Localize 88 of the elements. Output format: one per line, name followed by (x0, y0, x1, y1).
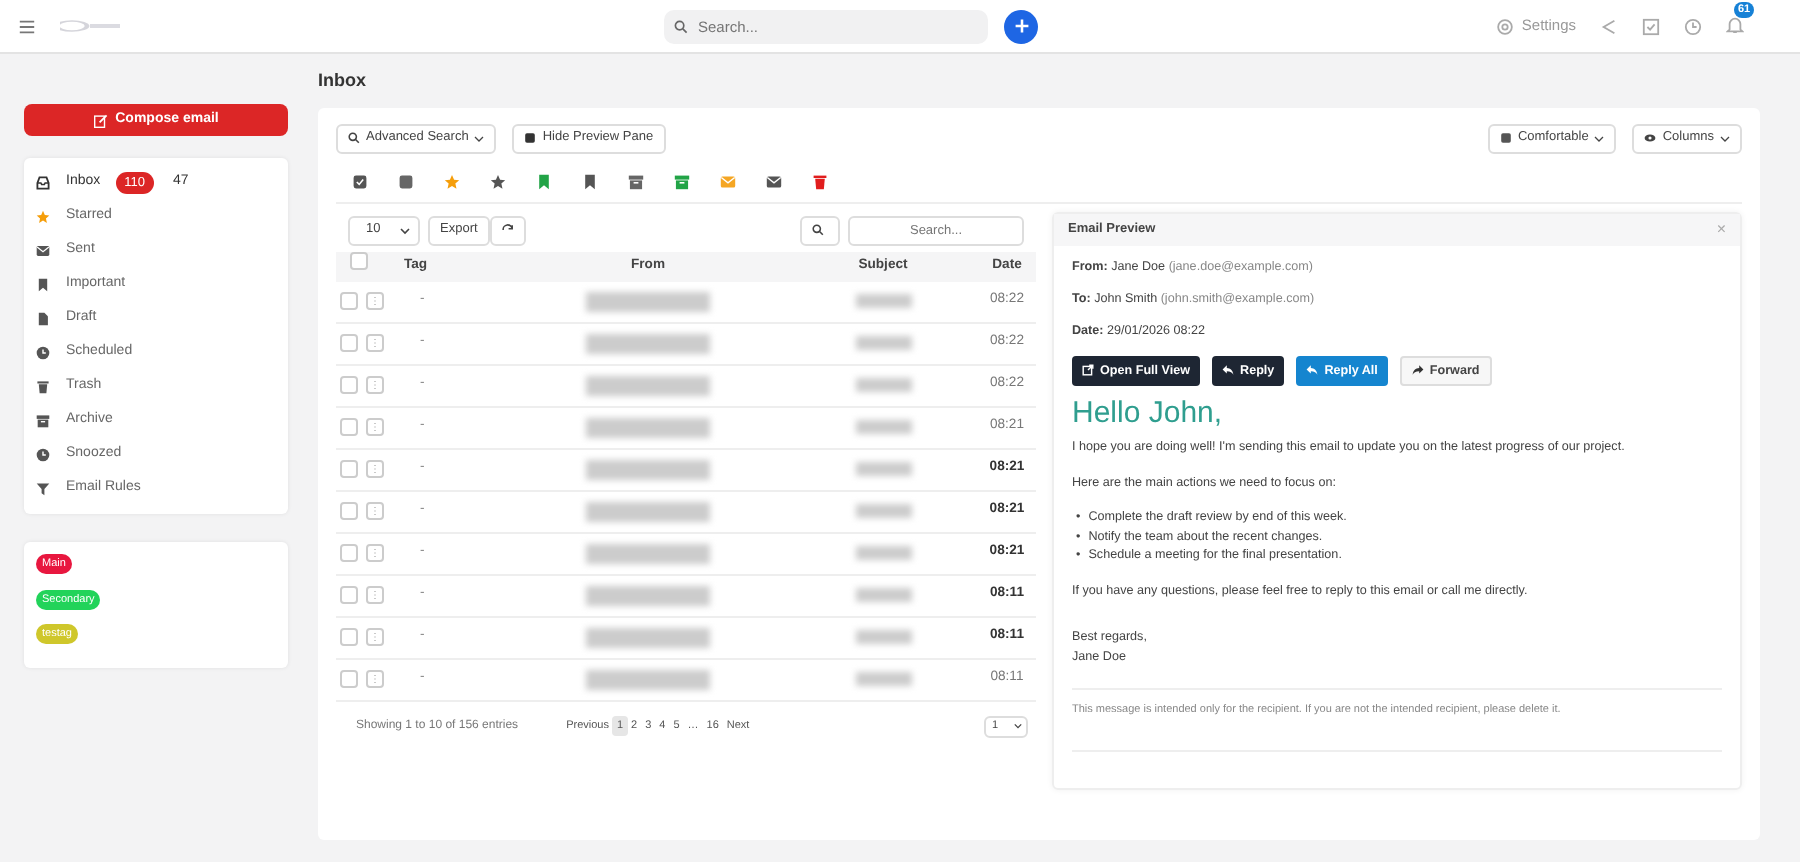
row-checkbox[interactable] (340, 460, 358, 478)
bookmark-icon[interactable] (535, 173, 551, 189)
blurred-text (855, 294, 911, 308)
row-checkbox[interactable] (340, 292, 358, 310)
caret-icon (1594, 133, 1605, 143)
row-menu-button[interactable] (366, 586, 384, 604)
clock-icon[interactable] (1684, 17, 1702, 35)
row-menu-button[interactable] (366, 544, 384, 562)
blurred-text (586, 291, 710, 311)
star-icon[interactable] (443, 173, 459, 189)
eye-icon (1644, 132, 1657, 144)
blurred-text (586, 459, 710, 479)
select-all-checkbox[interactable] (350, 252, 368, 271)
blurred-text (586, 669, 710, 689)
refresh-icon (501, 224, 514, 236)
caret-icon (474, 133, 485, 143)
greeting-heading: Hello John, (1072, 397, 1225, 431)
star-icon (36, 210, 50, 224)
blurred-text (855, 462, 911, 476)
blurred-text (586, 417, 710, 437)
external-link-icon (1082, 364, 1094, 377)
row-menu-button[interactable] (366, 670, 384, 688)
square-icon (524, 132, 537, 144)
row-menu-button[interactable] (366, 292, 384, 310)
row-checkbox[interactable] (340, 334, 358, 352)
blurred-text (586, 585, 710, 605)
row-checkbox[interactable] (340, 376, 358, 394)
archive-icon (36, 414, 50, 428)
row-menu-button[interactable] (366, 334, 384, 352)
refresh-button[interactable] (489, 215, 526, 245)
checkbox-icon[interactable] (351, 173, 367, 189)
caret-icon (1014, 722, 1022, 730)
edit-icon (93, 113, 108, 127)
blurred-text (855, 672, 911, 686)
blurred-text (855, 546, 911, 560)
forward-icon (1411, 364, 1424, 377)
blurred-text (855, 630, 911, 644)
search-icon (812, 224, 824, 236)
inbox-icon (36, 176, 50, 190)
archive-icon[interactable] (673, 173, 689, 189)
row-checkbox[interactable] (340, 544, 358, 562)
blurred-text (855, 420, 911, 434)
blurred-text (586, 543, 710, 563)
clock-icon (36, 346, 50, 360)
blurred-text (586, 333, 710, 353)
search-button[interactable] (800, 215, 840, 245)
trash-icon[interactable] (811, 173, 827, 189)
add-button[interactable] (1004, 9, 1038, 43)
bookmark-icon (36, 278, 50, 292)
square-icon[interactable] (397, 173, 413, 189)
page-title: Inbox (318, 68, 368, 94)
row-checkbox[interactable] (340, 502, 358, 520)
row-checkbox[interactable] (340, 670, 358, 688)
blurred-text (855, 504, 911, 518)
row-menu-button[interactable] (366, 628, 384, 646)
checkbox-icon[interactable] (1642, 17, 1660, 35)
blurred-text (855, 378, 911, 392)
blurred-text (586, 375, 710, 395)
envelope-icon[interactable] (765, 173, 781, 189)
gear-icon (1495, 17, 1514, 35)
row-checkbox[interactable] (340, 418, 358, 436)
row-menu-button[interactable] (366, 502, 384, 520)
square-icon (1499, 132, 1512, 144)
blurred-text (855, 336, 911, 350)
envelope-icon (36, 244, 50, 258)
row-menu-button[interactable] (366, 418, 384, 436)
search-icon (348, 132, 360, 144)
menu-icon[interactable] (18, 17, 36, 35)
bell-icon[interactable] (1726, 15, 1744, 34)
plus-icon (1013, 18, 1029, 34)
blurred-text (586, 627, 710, 647)
caret-icon (1720, 133, 1730, 143)
trash-icon (36, 380, 50, 394)
bookmark-icon[interactable] (581, 173, 597, 189)
row-menu-button[interactable] (366, 376, 384, 394)
clock-icon (36, 448, 50, 462)
file-icon (36, 312, 50, 326)
reply-icon (1222, 364, 1235, 377)
caret-icon (400, 225, 410, 235)
row-checkbox[interactable] (340, 586, 358, 604)
blurred-text (855, 588, 911, 602)
reply-icon (1306, 364, 1319, 377)
row-checkbox[interactable] (340, 628, 358, 646)
row-menu-button[interactable] (366, 460, 384, 478)
blurred-text (586, 501, 710, 521)
filter-icon (36, 482, 50, 496)
archive-icon[interactable] (627, 173, 643, 189)
star-icon[interactable] (489, 173, 505, 189)
